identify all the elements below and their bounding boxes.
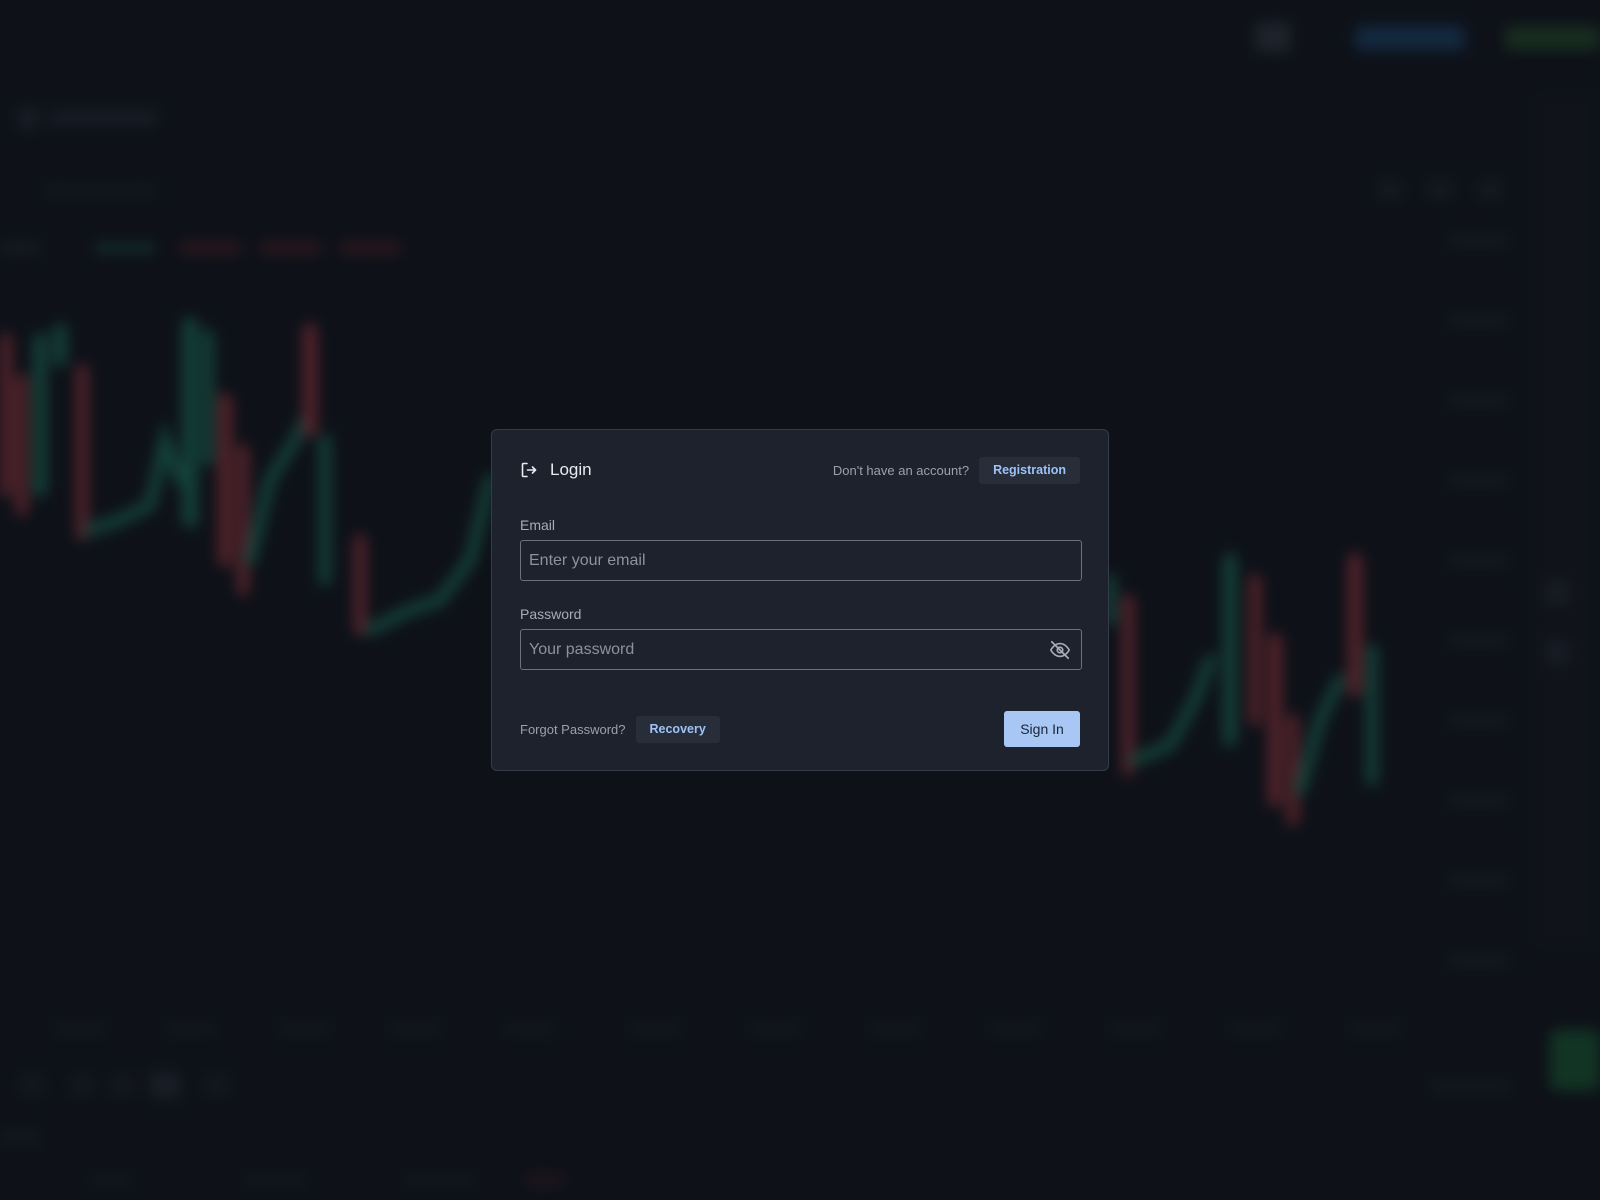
- email-label: Email: [520, 517, 556, 533]
- login-arrow-icon: [520, 461, 538, 479]
- forgot-password-prompt: Forgot Password?: [520, 721, 626, 737]
- password-label: Password: [520, 606, 582, 622]
- login-modal: Login Don't have an account? Registratio…: [491, 429, 1109, 771]
- email-field-wrapper: [520, 540, 1082, 581]
- modal-header: Login Don't have an account? Registratio…: [520, 455, 1080, 485]
- title-group: Login: [520, 460, 592, 480]
- email-field[interactable]: [521, 541, 1081, 580]
- eye-off-icon[interactable]: [1045, 635, 1075, 665]
- password-field-wrapper: [520, 629, 1082, 670]
- sign-in-button[interactable]: Sign In: [1004, 711, 1080, 747]
- registration-button[interactable]: Registration: [979, 456, 1080, 484]
- modal-title: Login: [550, 460, 592, 479]
- modal-footer: Forgot Password? Recovery Sign In: [520, 711, 1080, 747]
- registration-prompt: Don't have an account?: [832, 462, 970, 478]
- password-field[interactable]: [521, 630, 1045, 669]
- recovery-button[interactable]: Recovery: [635, 715, 720, 743]
- registration-group: Don't have an account? Registration: [832, 456, 1080, 484]
- forgot-group: Forgot Password? Recovery: [520, 715, 720, 743]
